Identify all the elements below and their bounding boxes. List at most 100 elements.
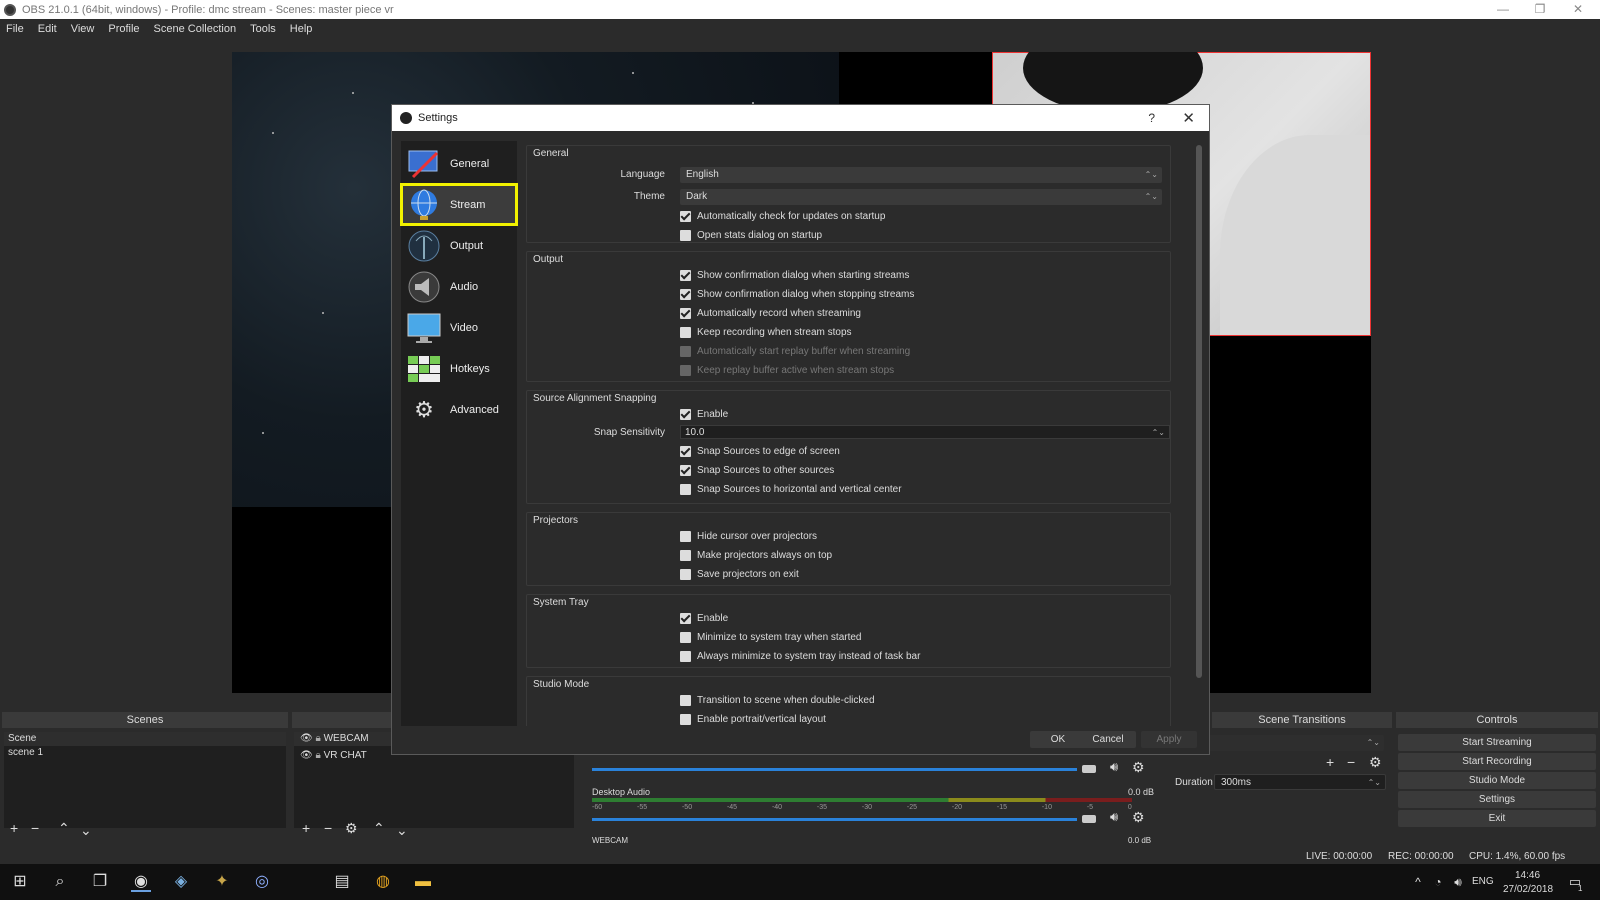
volume-slider[interactable] (592, 768, 1077, 771)
mute-icon[interactable]: 🔊︎ (1110, 809, 1118, 825)
language-select[interactable]: English ⌃⌄ (680, 167, 1162, 183)
save-projectors-checkbox[interactable]: Save projectors on exit (680, 567, 799, 581)
move-up-icon[interactable]: ⌃ (373, 820, 385, 837)
lock-icon[interactable]: 🔒︎ (315, 750, 320, 761)
auto-update-checkbox[interactable]: Automatically check for updates on start… (680, 209, 885, 223)
volume-slider-handle[interactable] (1082, 815, 1096, 823)
menu-scene-collection[interactable]: Scene Collection (154, 23, 237, 35)
checkbox-box[interactable] (680, 631, 691, 643)
apply-button[interactable]: Apply (1141, 731, 1197, 748)
theme-select[interactable]: Dark ⌃⌄ (680, 189, 1162, 205)
menu-file[interactable]: File (6, 23, 24, 35)
network-icon[interactable]: ◔ (1428, 872, 1448, 892)
move-up-icon[interactable]: ⌃ (58, 820, 70, 837)
checkbox-box[interactable] (680, 210, 691, 222)
confirm-start-checkbox[interactable]: Show confirmation dialog when starting s… (680, 268, 909, 282)
nav-advanced[interactable]: ⚙ Advanced (401, 389, 517, 430)
checkbox-box[interactable] (680, 549, 691, 561)
checkbox-box[interactable] (680, 307, 691, 319)
explorer-icon[interactable]: ▤ (332, 872, 352, 892)
add-scene-icon[interactable]: + (10, 820, 18, 836)
start-recording-button[interactable]: Start Recording (1398, 753, 1596, 770)
remove-transition-icon[interactable]: − (1347, 754, 1355, 770)
snap-center-checkbox[interactable]: Snap Sources to horizontal and vertical … (680, 482, 902, 496)
duration-input[interactable]: 300ms ⌃⌄ (1214, 774, 1386, 790)
nav-stream[interactable]: Stream (400, 183, 518, 226)
windows-start-icon[interactable]: ⊞ (10, 872, 30, 892)
maximize-button[interactable]: ❐ (1522, 0, 1558, 19)
projectors-on-top-checkbox[interactable]: Make projectors always on top (680, 548, 832, 562)
checkbox-box[interactable] (680, 650, 691, 662)
folder-icon[interactable]: ▬ (413, 872, 433, 892)
app-icon[interactable]: ✦ (212, 872, 232, 892)
confirm-stop-checkbox[interactable]: Show confirmation dialog when stopping s… (680, 287, 914, 301)
stats-startup-checkbox[interactable]: Open stats dialog on startup (680, 228, 822, 242)
remove-source-icon[interactable]: − (324, 820, 332, 836)
ok-button[interactable]: OK (1030, 731, 1086, 748)
minimize-button[interactable]: — (1485, 0, 1521, 19)
settings-close-button[interactable]: ✕ (1182, 109, 1195, 127)
auto-record-checkbox[interactable]: Automatically record when streaming (680, 306, 861, 320)
mute-icon[interactable]: 🔊︎ (1110, 759, 1118, 775)
eye-icon[interactable]: 👁 (300, 733, 313, 744)
checkbox-box[interactable] (680, 326, 691, 338)
menu-edit[interactable]: Edit (38, 23, 57, 35)
move-down-icon[interactable]: ⌄ (80, 822, 92, 839)
task-view-icon[interactable]: ❐ (90, 872, 110, 892)
chrome-icon[interactable]: ◍ (373, 872, 393, 892)
menu-help[interactable]: Help (290, 23, 313, 35)
steam-icon[interactable]: ◈ (171, 872, 191, 892)
lock-icon[interactable]: 🔒︎ (315, 733, 320, 744)
menu-profile[interactable]: Profile (108, 23, 139, 35)
exit-button[interactable]: Exit (1398, 810, 1596, 827)
help-button[interactable]: ? (1148, 111, 1155, 125)
move-down-icon[interactable]: ⌄ (396, 822, 408, 839)
portrait-layout-checkbox[interactable]: Enable portrait/vertical layout (680, 712, 826, 726)
transition-double-click-checkbox[interactable]: Transition to scene when double-clicked (680, 693, 875, 707)
snap-sensitivity-input[interactable]: 10.0 ⌃⌄ (680, 425, 1170, 439)
source-properties-icon[interactable]: ⚙ (345, 820, 358, 837)
volume-slider[interactable] (592, 818, 1077, 821)
hide-cursor-checkbox[interactable]: Hide cursor over projectors (680, 529, 817, 543)
transition-properties-icon[interactable]: ⚙ (1369, 754, 1382, 771)
checkbox-box[interactable] (680, 408, 691, 420)
checkbox-box[interactable] (680, 568, 691, 580)
obs-taskbar-icon[interactable]: ◉ (131, 872, 151, 892)
checkbox-box[interactable] (680, 612, 691, 624)
mixer-settings-icon[interactable]: ⚙ (1132, 759, 1145, 776)
checkbox-box[interactable] (680, 530, 691, 542)
menu-view[interactable]: View (71, 23, 95, 35)
cancel-button[interactable]: Cancel (1080, 731, 1136, 748)
mixer-settings-icon[interactable]: ⚙ (1132, 809, 1145, 826)
always-minimize-tray-checkbox[interactable]: Always minimize to system tray instead o… (680, 649, 920, 663)
nav-audio[interactable]: Audio (401, 266, 517, 307)
checkbox-box[interactable] (680, 445, 691, 457)
volume-icon[interactable]: 🔊︎ (1448, 872, 1468, 892)
keep-recording-checkbox[interactable]: Keep recording when stream stops (680, 325, 852, 339)
clock-time[interactable]: 14:46 (1515, 870, 1540, 881)
volume-slider-handle[interactable] (1082, 765, 1096, 773)
menu-tools[interactable]: Tools (250, 23, 276, 35)
app-icon[interactable]: ◎ (252, 872, 272, 892)
remove-scene-icon[interactable]: − (31, 820, 39, 836)
add-transition-icon[interactable]: + (1326, 754, 1334, 770)
checkbox-box[interactable] (680, 269, 691, 281)
scene-item[interactable]: scene 1 (4, 746, 286, 760)
snapping-enable-checkbox[interactable]: Enable (680, 407, 728, 421)
checkbox-box[interactable] (680, 464, 691, 476)
clock-date[interactable]: 27/02/2018 (1503, 884, 1553, 895)
nav-video[interactable]: Video (401, 307, 517, 348)
tray-chevron-icon[interactable]: ^ (1408, 872, 1428, 892)
checkbox-box[interactable] (680, 713, 691, 725)
settings-button[interactable]: Settings (1398, 791, 1596, 808)
settings-scrollbar[interactable] (1196, 145, 1202, 678)
nav-general[interactable]: General (401, 143, 517, 184)
nav-hotkeys[interactable]: Hotkeys (401, 348, 517, 389)
checkbox-box[interactable] (680, 483, 691, 495)
tray-enable-checkbox[interactable]: Enable (680, 611, 728, 625)
checkbox-box[interactable] (680, 694, 691, 706)
search-icon[interactable]: ⌕ (50, 872, 70, 892)
checkbox-box[interactable] (680, 229, 691, 241)
scene-item[interactable]: Scene (4, 732, 286, 746)
start-streaming-button[interactable]: Start Streaming (1398, 734, 1596, 751)
